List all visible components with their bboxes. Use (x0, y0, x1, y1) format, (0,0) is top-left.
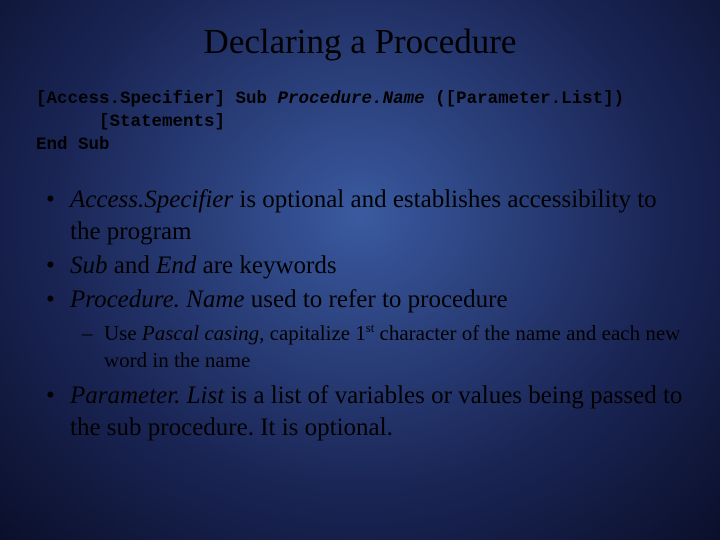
slide: Declaring a Procedure [Access.Specifier]… (0, 0, 720, 540)
code-l1b: Procedure.Name (278, 89, 425, 109)
text: , capitalize 1 (259, 321, 366, 345)
term: Sub (70, 252, 108, 279)
term: Parameter. List (70, 382, 224, 409)
sub-list: Use Pascal casing, capitalize 1st charac… (70, 320, 684, 374)
term: Access.Specifier (70, 186, 233, 213)
code-block: [Access.Specifier] Sub Procedure.Name ([… (36, 88, 684, 156)
list-item: Procedure. Name used to refer to procedu… (36, 284, 684, 374)
code-l2: [Statements] (36, 112, 225, 132)
code-l1c: ([Parameter.List]) (425, 89, 625, 109)
page-title: Declaring a Procedure (36, 22, 684, 62)
text: are keywords (196, 252, 336, 279)
superscript: st (366, 321, 374, 335)
list-item: Access.Specifier is optional and establi… (36, 184, 684, 248)
text: used to refer to procedure (245, 286, 508, 313)
text: and (108, 252, 157, 279)
code-l1a: [Access.Specifier] Sub (36, 89, 278, 109)
list-item: Use Pascal casing, capitalize 1st charac… (70, 320, 684, 374)
code-l3: End Sub (36, 135, 110, 155)
bullet-list: Access.Specifier is optional and establi… (36, 184, 684, 444)
list-item: Sub and End are keywords (36, 250, 684, 282)
text: Use (104, 321, 142, 345)
term: End (156, 252, 196, 279)
term: Procedure. Name (70, 286, 245, 313)
list-item: Parameter. List is a list of variables o… (36, 380, 684, 444)
term: Pascal casing (142, 321, 259, 345)
